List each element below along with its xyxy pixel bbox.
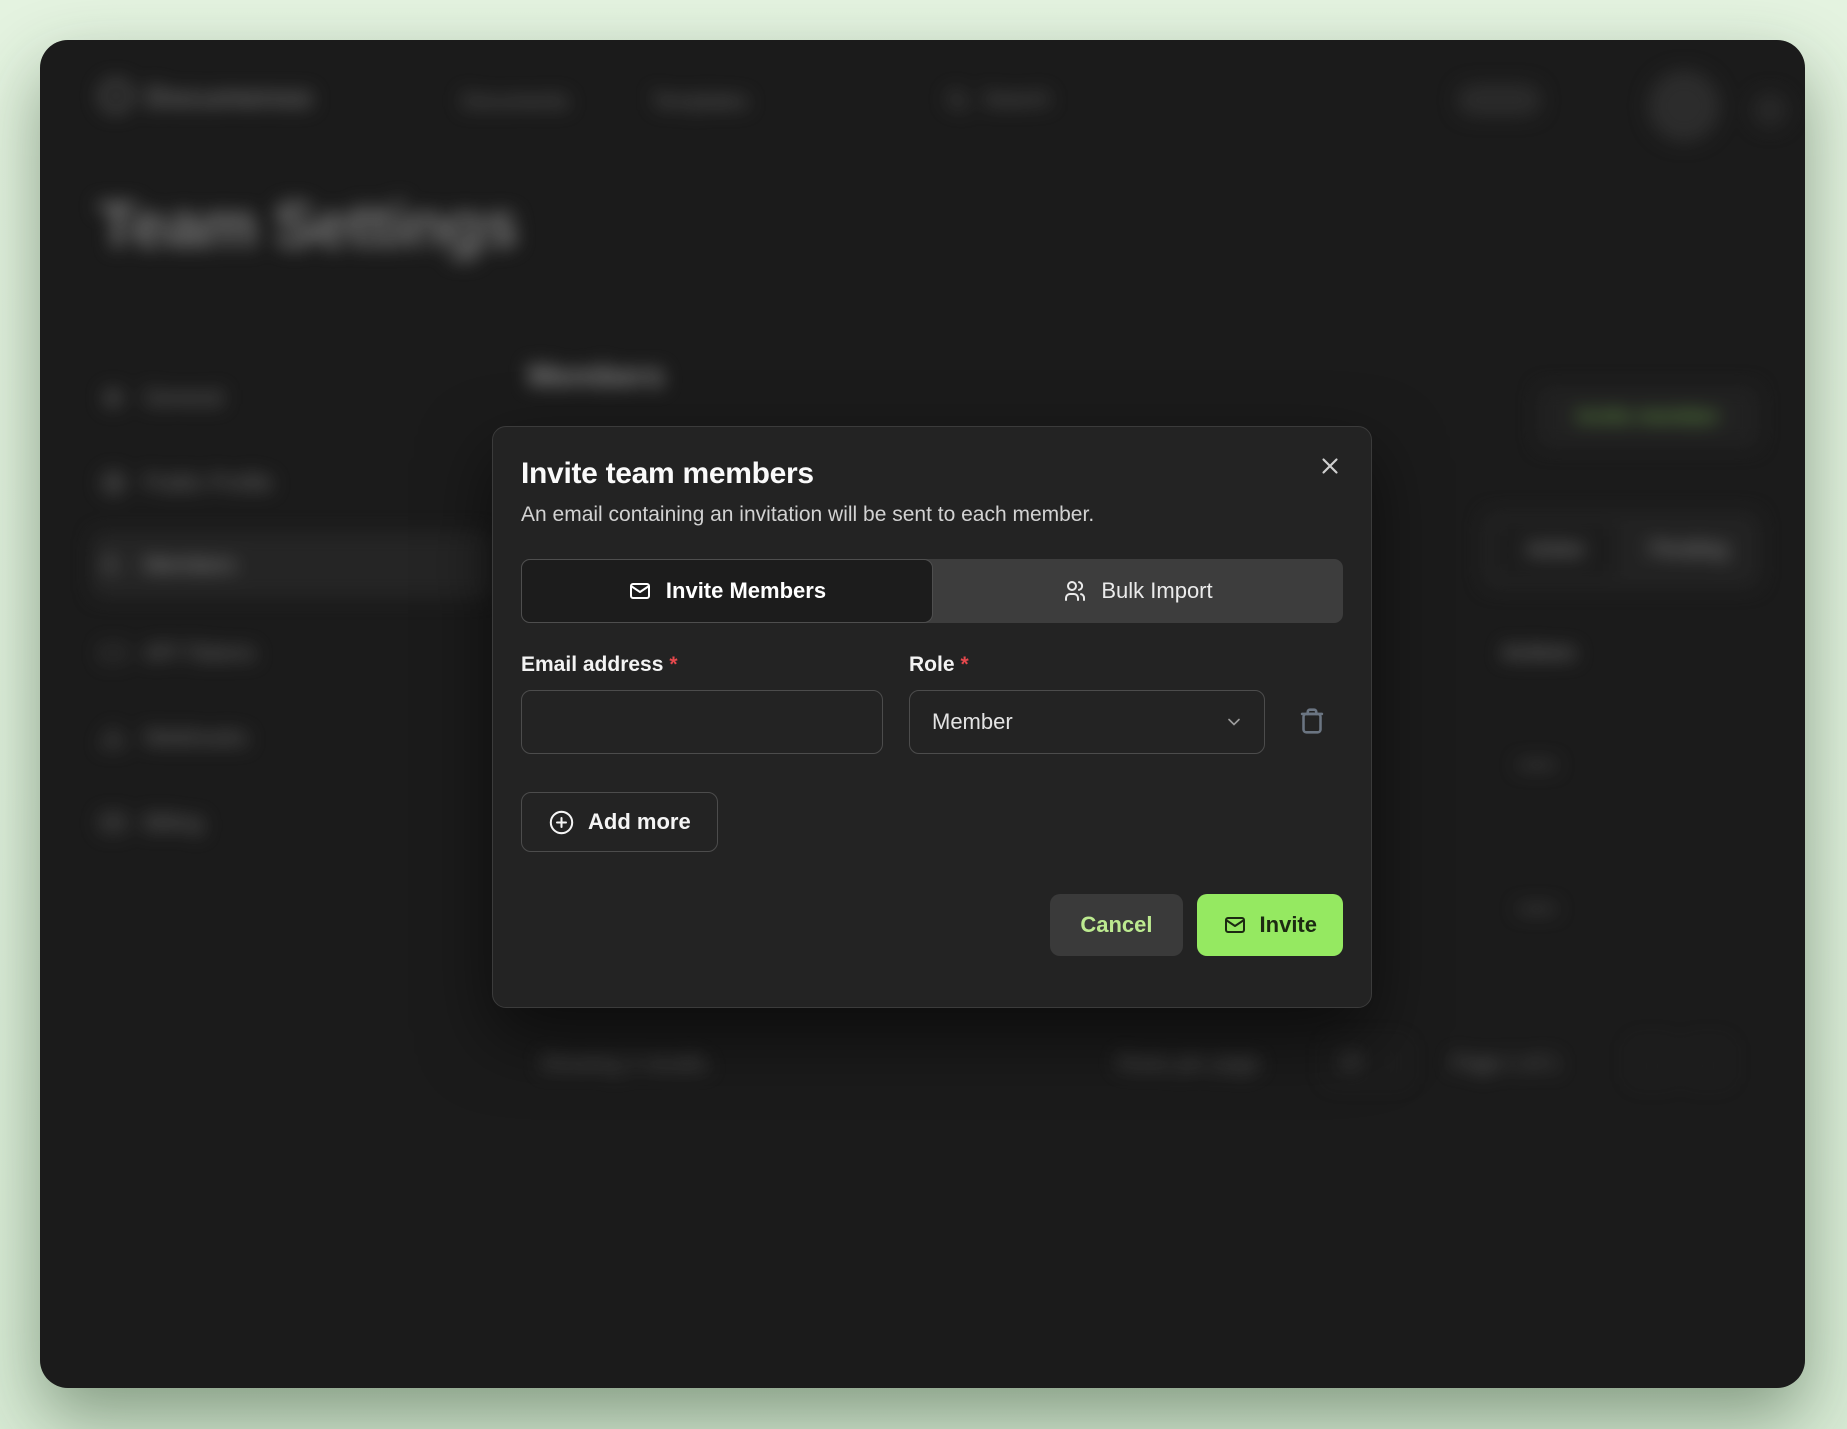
plus-circle-icon <box>548 809 575 836</box>
tab-invite-members[interactable]: Invite Members <box>521 559 933 623</box>
dialog-footer: Cancel Invite <box>521 894 1343 956</box>
label-text: Role <box>909 653 955 676</box>
invite-team-members-dialog: Invite team members An email containing … <box>492 426 1372 1008</box>
mail-icon <box>628 579 652 603</box>
spacer <box>1291 653 1331 677</box>
label-text: Email address <box>521 653 663 676</box>
required-marker: * <box>961 653 969 676</box>
chevron-down-icon <box>1224 712 1244 732</box>
invite-button-label: Invite <box>1260 912 1317 938</box>
remove-row-button[interactable] <box>1291 701 1333 743</box>
tab-bulk-import[interactable]: Bulk Import <box>933 559 1343 623</box>
role-selected-value: Member <box>932 709 1013 735</box>
close-icon[interactable] <box>1317 453 1343 479</box>
mail-icon <box>1223 913 1247 937</box>
add-more-button[interactable]: Add more <box>521 792 718 852</box>
email-address-label: Email address * <box>521 653 883 677</box>
add-more-label: Add more <box>588 809 691 835</box>
dialog-title: Invite team members <box>521 457 1343 491</box>
dialog-subtitle: An email containing an invitation will b… <box>521 503 1343 527</box>
trash-icon <box>1295 704 1329 738</box>
required-marker: * <box>669 653 677 676</box>
users-icon <box>1063 579 1087 603</box>
screen: Documenso Documents Templates Search Tea… <box>0 0 1847 1429</box>
role-label: Role * <box>909 653 1265 677</box>
invite-mode-tabs: Invite Members Bulk Import <box>521 559 1343 623</box>
invite-form: Email address * Role * Member <box>521 653 1343 754</box>
role-select[interactable]: Member <box>909 690 1265 754</box>
invite-button[interactable]: Invite <box>1197 894 1343 956</box>
tab-label: Invite Members <box>666 578 826 604</box>
tab-label: Bulk Import <box>1101 578 1212 604</box>
cancel-button[interactable]: Cancel <box>1050 894 1182 956</box>
email-field[interactable] <box>521 690 883 754</box>
